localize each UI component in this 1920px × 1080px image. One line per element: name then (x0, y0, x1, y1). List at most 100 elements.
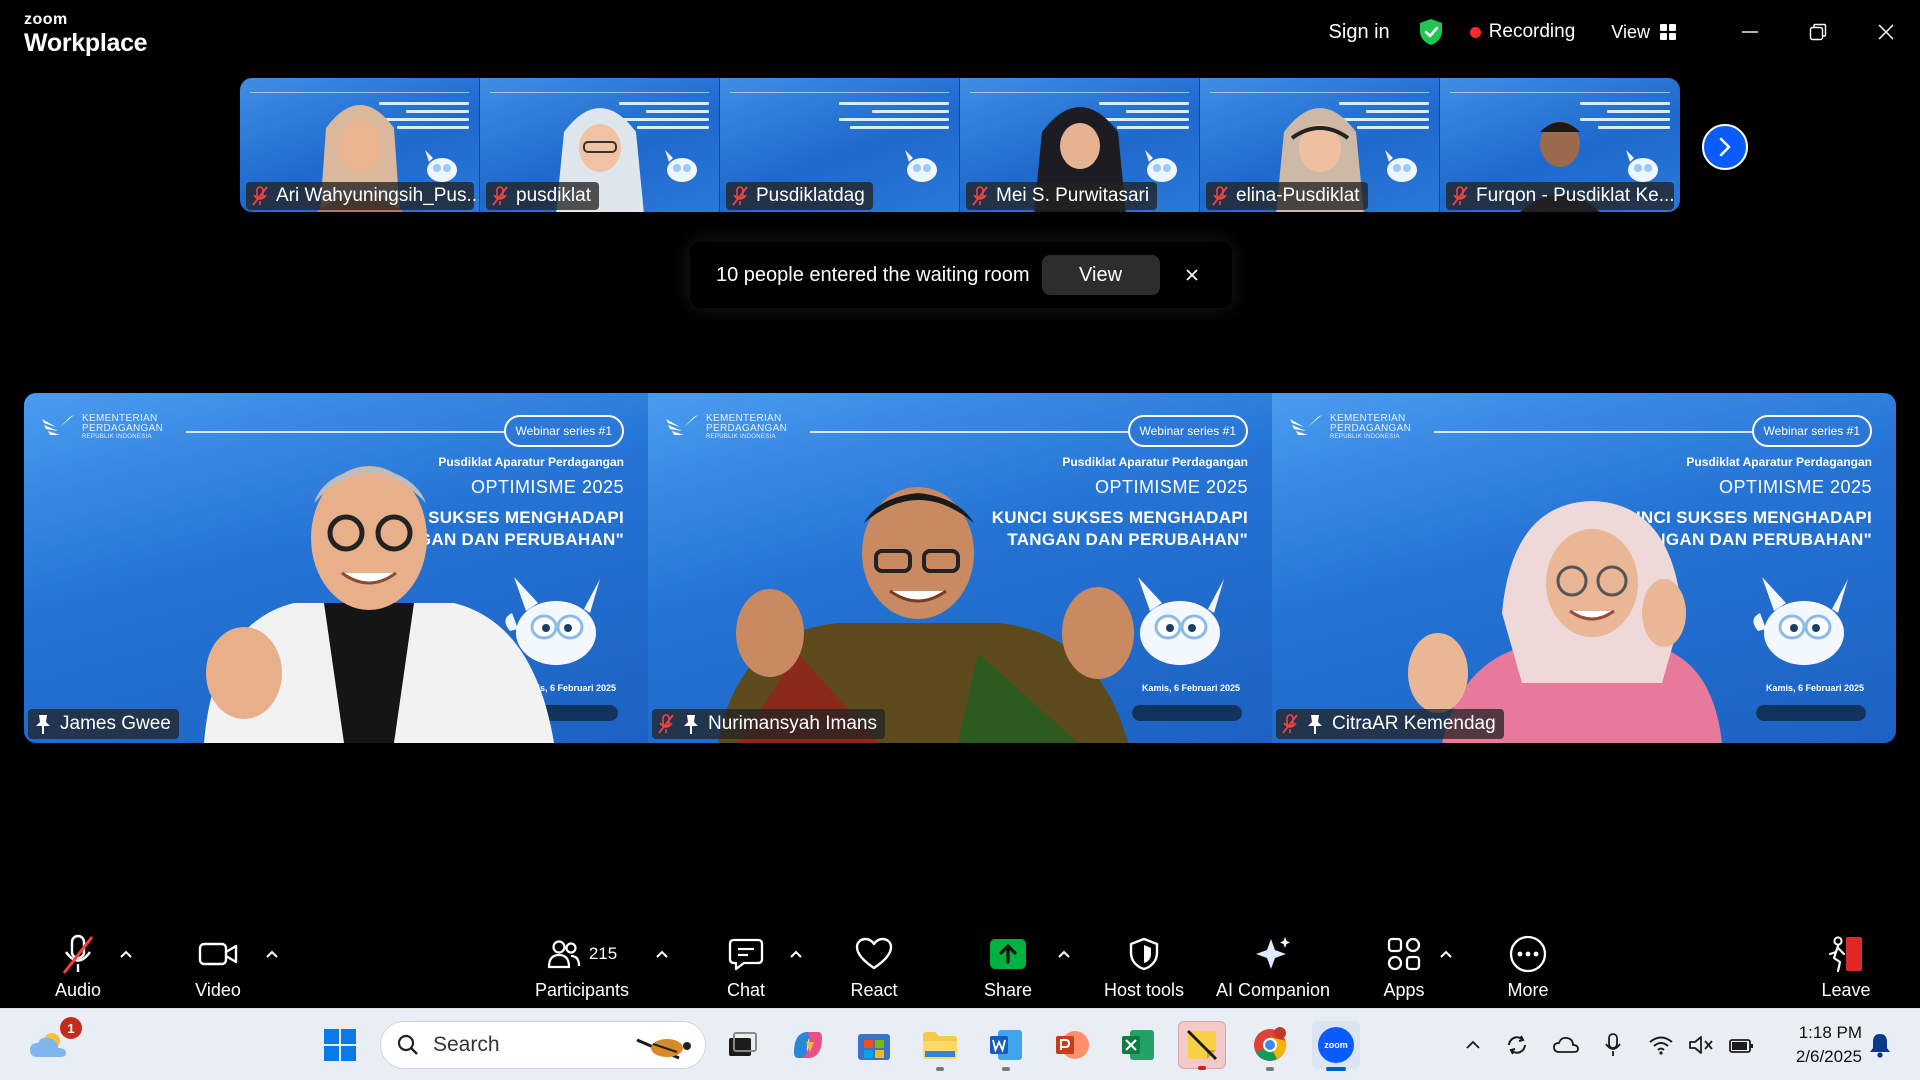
restore-button[interactable] (1784, 0, 1852, 64)
muted-mic-icon (658, 714, 674, 734)
ministry-line1: KEMENTERIAN (1330, 412, 1406, 424)
copilot-icon (794, 1032, 822, 1058)
running-indicator (1002, 1067, 1010, 1071)
waiting-room-notification: 10 people entered the waiting room View (690, 242, 1232, 308)
svg-text:zoom: zoom (1324, 1040, 1348, 1050)
onedrive-cloud-icon[interactable] (1552, 1034, 1580, 1056)
participant-strip: Ari Wahyuningsih_Pus... pusdiklat Pusdik… (240, 78, 1680, 212)
word-button[interactable] (982, 1021, 1030, 1071)
speaker-video (204, 466, 554, 743)
taskbar-clock[interactable]: 1:18 PM 2/6/2025 (1796, 1021, 1862, 1069)
recording-indicator[interactable]: Recording (1469, 21, 1575, 43)
apps-button[interactable]: Apps (1366, 918, 1442, 1008)
microphone-icon[interactable] (1604, 1032, 1622, 1058)
sign-in-link[interactable]: Sign in (1329, 21, 1390, 44)
zoom-app-button[interactable]: zoom (1312, 1021, 1360, 1071)
apps-icon (1387, 937, 1421, 971)
sticky-notes-button[interactable] (1178, 1021, 1226, 1070)
powerpoint-icon (1056, 1031, 1089, 1059)
host-tools-label: Host tools (1103, 980, 1185, 1000)
ai-companion-button[interactable]: AI Companion (1208, 918, 1338, 1008)
event-date: Kamis, 6 Februari 2025 (1141, 683, 1240, 693)
next-page-button[interactable] (1702, 124, 1748, 170)
video-options-caret-icon[interactable] (264, 948, 280, 960)
participant-thumbnail[interactable]: pusdiklat (480, 78, 720, 212)
chat-options-caret-icon[interactable] (788, 948, 804, 960)
windows-logo-icon (324, 1029, 356, 1061)
chat-button[interactable]: Chat (708, 918, 784, 1008)
apps-options-caret-icon[interactable] (1438, 948, 1454, 960)
speaker-tile[interactable]: KEMENTERIAN PERDAGANGAN REPUBLIK INDONESIA… (24, 393, 648, 743)
word-icon (990, 1030, 1022, 1060)
waiting-room-close-button[interactable] (1182, 265, 1202, 285)
running-indicator (936, 1067, 944, 1071)
sync-icon[interactable] (1504, 1032, 1530, 1058)
apps-label: Apps (1383, 980, 1425, 1000)
taskbar-search-box[interactable]: Search (380, 1021, 706, 1069)
waiting-room-view-button[interactable]: View (1041, 255, 1160, 295)
participants-options-caret-icon[interactable] (654, 948, 670, 960)
volume-muted-icon[interactable] (1688, 1034, 1714, 1056)
microsoft-store-button[interactable] (850, 1021, 898, 1069)
audio-label: Audio (54, 980, 102, 1000)
audio-options-caret-icon[interactable] (118, 948, 134, 960)
close-button[interactable] (1852, 0, 1920, 64)
start-button[interactable] (316, 1021, 364, 1069)
show-hidden-icons-icon[interactable] (1464, 1039, 1482, 1051)
wifi-icon[interactable] (1648, 1035, 1674, 1055)
ministry-logo: KEMENTERIAN PERDAGANGAN REPUBLIK INDONESIA (664, 413, 787, 441)
participants-button[interactable]: 215 Participants (520, 918, 644, 1008)
spotlight-pin-icon (1308, 715, 1322, 734)
excel-button[interactable] (1114, 1021, 1162, 1069)
task-view-button[interactable] (718, 1021, 766, 1069)
powerpoint-button[interactable] (1048, 1021, 1096, 1069)
search-highlight-illustration-icon (636, 1038, 691, 1060)
ministry-logo: KEMENTERIAN PERDAGANGAN REPUBLIK INDONESIA (40, 413, 163, 441)
audio-button[interactable]: Audio (40, 918, 116, 1008)
weather-widget[interactable]: 1 (24, 1017, 82, 1069)
speaker-name: James Gwee (60, 713, 171, 734)
ministry-emblem-icon (1290, 415, 1322, 435)
participant-name-tag: pusdiklat (486, 182, 599, 210)
battery-icon[interactable] (1728, 1035, 1756, 1055)
participant-thumbnail[interactable]: Furqon - Pusdiklat Ke... (1440, 78, 1680, 212)
participant-name: Mei S. Purwitasari (996, 185, 1150, 206)
share-options-caret-icon[interactable] (1056, 948, 1072, 960)
participant-thumbnail[interactable]: Mei S. Purwitasari (960, 78, 1200, 212)
share-button[interactable]: Share (970, 918, 1046, 1008)
file-explorer-button[interactable] (916, 1021, 964, 1071)
participant-thumbnail[interactable]: Ari Wahyuningsih_Pus... (240, 78, 480, 212)
participant-thumbnail[interactable]: Pusdiklatdag (720, 78, 960, 212)
notifications-button[interactable] (1856, 1021, 1904, 1069)
chrome-icon (1254, 1027, 1287, 1061)
react-button[interactable]: React (836, 918, 912, 1008)
participant-thumbnail[interactable]: elina-Pusdiklat (1200, 78, 1440, 212)
ministry-logo: KEMENTERIAN PERDAGANGAN REPUBLIK INDONESIA (1288, 413, 1411, 441)
share-screen-icon (990, 939, 1026, 969)
leave-button[interactable]: Leave (1808, 918, 1884, 1008)
speaker-tile[interactable]: KEMENTERIAN PERDAGANGAN REPUBLIK INDONESIA… (648, 393, 1272, 743)
host-tools-button[interactable]: Host tools (1092, 918, 1196, 1008)
search-icon (397, 1034, 418, 1055)
video-button[interactable]: Video (180, 918, 256, 1008)
organizer-text: Pusdiklat Aparatur Perdagangan (1062, 455, 1248, 469)
host-shield-icon (1129, 937, 1159, 971)
copilot-button[interactable] (784, 1021, 832, 1069)
speaker-gallery: KEMENTERIAN PERDAGANGAN REPUBLIK INDONESIA… (24, 393, 1896, 743)
minimize-button[interactable] (1716, 0, 1784, 64)
ministry-line1: KEMENTERIAN (706, 412, 782, 424)
close-icon (1185, 269, 1198, 281)
more-button[interactable]: More (1490, 918, 1566, 1008)
participant-name: Pusdiklatdag (756, 185, 865, 206)
muted-mic-icon (252, 186, 268, 206)
video-camera-icon (198, 942, 238, 966)
view-button[interactable]: View (1611, 22, 1676, 43)
speaker-tile[interactable]: KEMENTERIAN PERDAGANGAN REPUBLIK INDONESIA… (1272, 393, 1896, 743)
react-label: React (850, 980, 898, 1000)
heart-icon (855, 937, 893, 970)
running-indicator (1198, 1066, 1206, 1070)
grid-view-icon (1660, 24, 1676, 40)
encryption-shield-icon[interactable] (1418, 18, 1444, 46)
chrome-button[interactable] (1246, 1021, 1294, 1071)
participant-name-tag: Ari Wahyuningsih_Pus... (246, 182, 479, 210)
